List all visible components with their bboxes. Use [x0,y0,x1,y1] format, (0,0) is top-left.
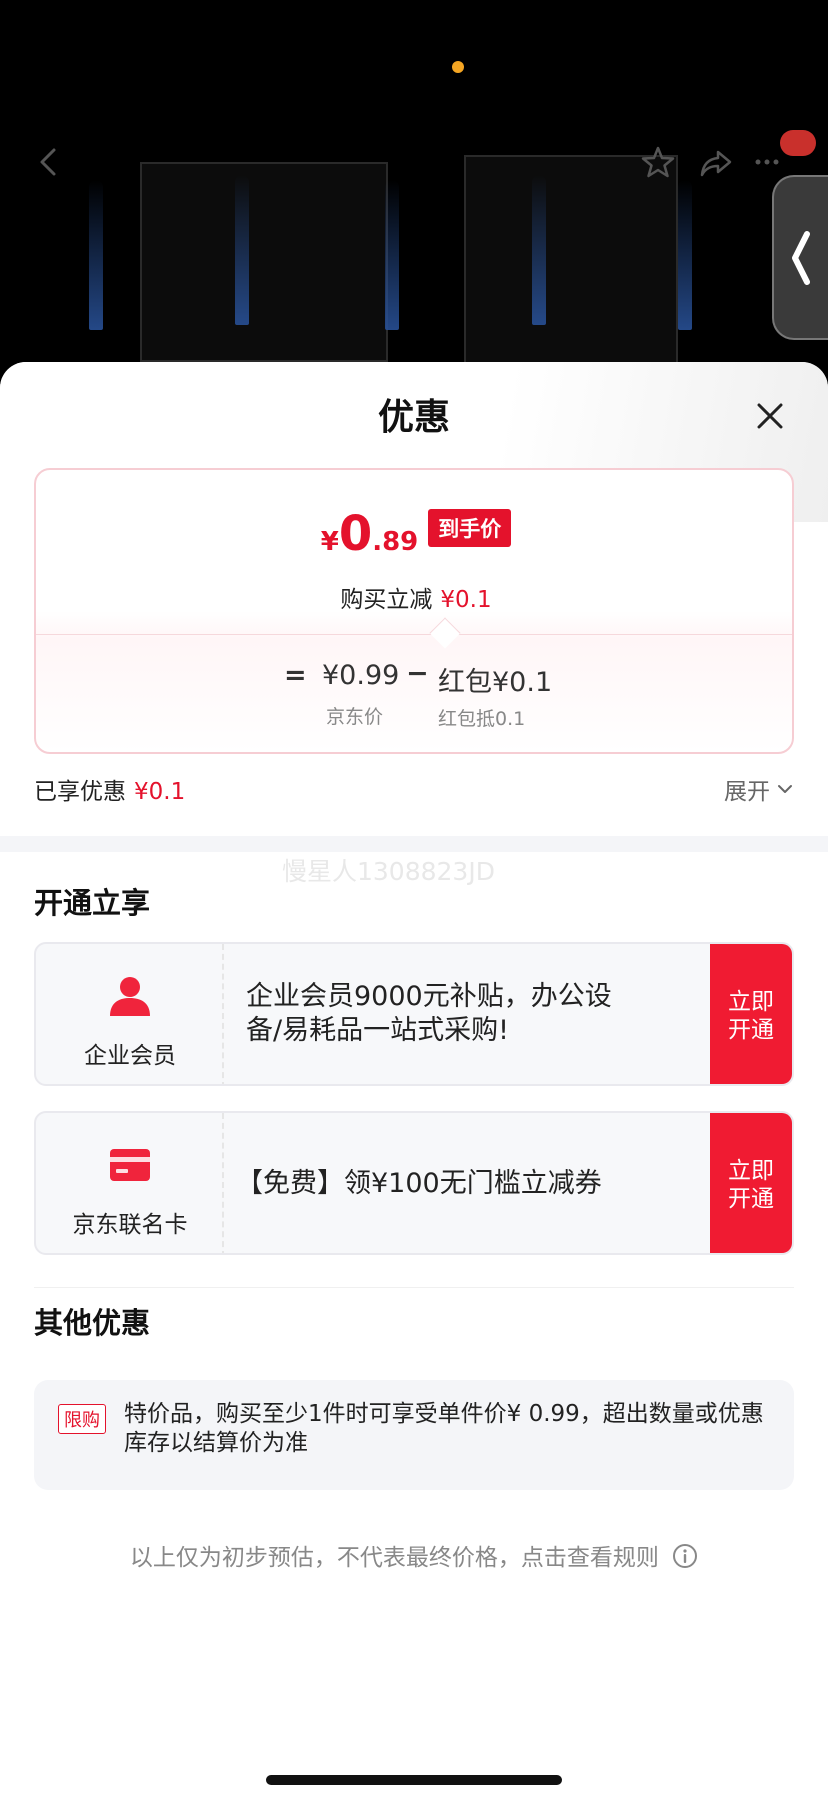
product-box-right [464,155,678,365]
other-discount-item: 限购 特价品，购买至少1件时可享受单件价¥ 0.99，超出数量或优惠库存以结算价… [34,1380,794,1490]
back-arrow-icon[interactable] [28,140,72,184]
discount-sheet: 优惠 ¥0.89 到手价 购买立减 ¥0.1 = ¥0.99 − 红包¥0.1 京东… [0,362,828,1801]
section-separator [0,836,828,852]
more-icon[interactable] [752,140,782,184]
chevron-down-icon [778,785,792,793]
share-icon[interactable] [694,140,738,184]
final-price-tag: 到手价 [428,509,512,547]
other-discount-text: 特价品，购买至少1件时可享受单件价¥ 0.99，超出数量或优惠库存以结算价为准 [124,1401,764,1456]
other-section-title: 其他优惠 [34,1306,151,1340]
redpacket-amount: 红包¥0.1 [438,667,553,698]
minus-sign: − [406,658,429,689]
expand-button[interactable]: 展开 [724,772,794,806]
side-panel-handle[interactable] [772,175,828,340]
flame-shape [385,180,399,330]
flame-shape [89,180,103,330]
jd-cobrand-open-button[interactable]: 立即开通 [710,1113,792,1253]
jd-cobrand-desc: 【免费】领¥100无门槛立减券 [236,1168,602,1199]
enjoyed-discount: 已享优惠 ¥0.1 [34,779,186,805]
enterprise-member-card[interactable]: 企业会员 企业会员9000元补贴，办公设备/易耗品一站式采购! 立即开通 [34,942,794,1086]
product-box-left [140,162,388,362]
credit-card-icon [110,1149,150,1181]
watermark: 慢星人1308823JD [282,857,495,886]
jd-price: ¥0.99 [322,660,400,691]
equals-sign: = [284,660,307,691]
flame-shape [235,175,249,325]
chevron-left-icon [792,230,810,285]
instant-reduction: 购买立减 ¥0.1 [340,587,492,613]
close-icon[interactable] [750,396,790,436]
disclaimer-link[interactable]: 以上仅为初步预估，不代表最终价格，点击查看规则 [0,1538,828,1572]
jd-cobrand-label: 京东联名卡 [72,1212,188,1238]
enterprise-open-button[interactable]: 立即开通 [710,944,792,1084]
flame-shape [532,175,546,325]
final-price: ¥0.89 到手价 [36,506,796,562]
jd-cobrand-card[interactable]: 京东联名卡 【免费】领¥100无门槛立减券 立即开通 [34,1111,794,1255]
limit-purchase-tag: 限购 [58,1404,106,1434]
flame-shape [678,180,692,330]
home-indicator [266,1775,562,1785]
sheet-title: 优惠 [377,397,450,438]
carousel-indicator-dot [452,61,464,73]
pointer-notch [429,617,461,649]
divider [34,1287,794,1288]
price-summary-card: ¥0.89 到手价 购买立减 ¥0.1 = ¥0.99 − 红包¥0.1 京东价 红… [34,468,794,754]
star-favorite-icon[interactable] [636,140,680,184]
info-icon [673,1544,698,1568]
divider [36,634,792,635]
message-badge [780,130,816,156]
enterprise-member-label: 企业会员 [84,1043,176,1069]
open-section-title: 开通立享 [34,886,151,920]
product-image-area [0,0,828,400]
user-icon [110,977,150,1016]
enterprise-member-desc: 企业会员9000元补贴，办公设备/易耗品一站式采购! [246,981,612,1046]
redpacket-label: 红包抵0.1 [438,708,526,730]
jd-price-label: 京东价 [326,706,384,728]
